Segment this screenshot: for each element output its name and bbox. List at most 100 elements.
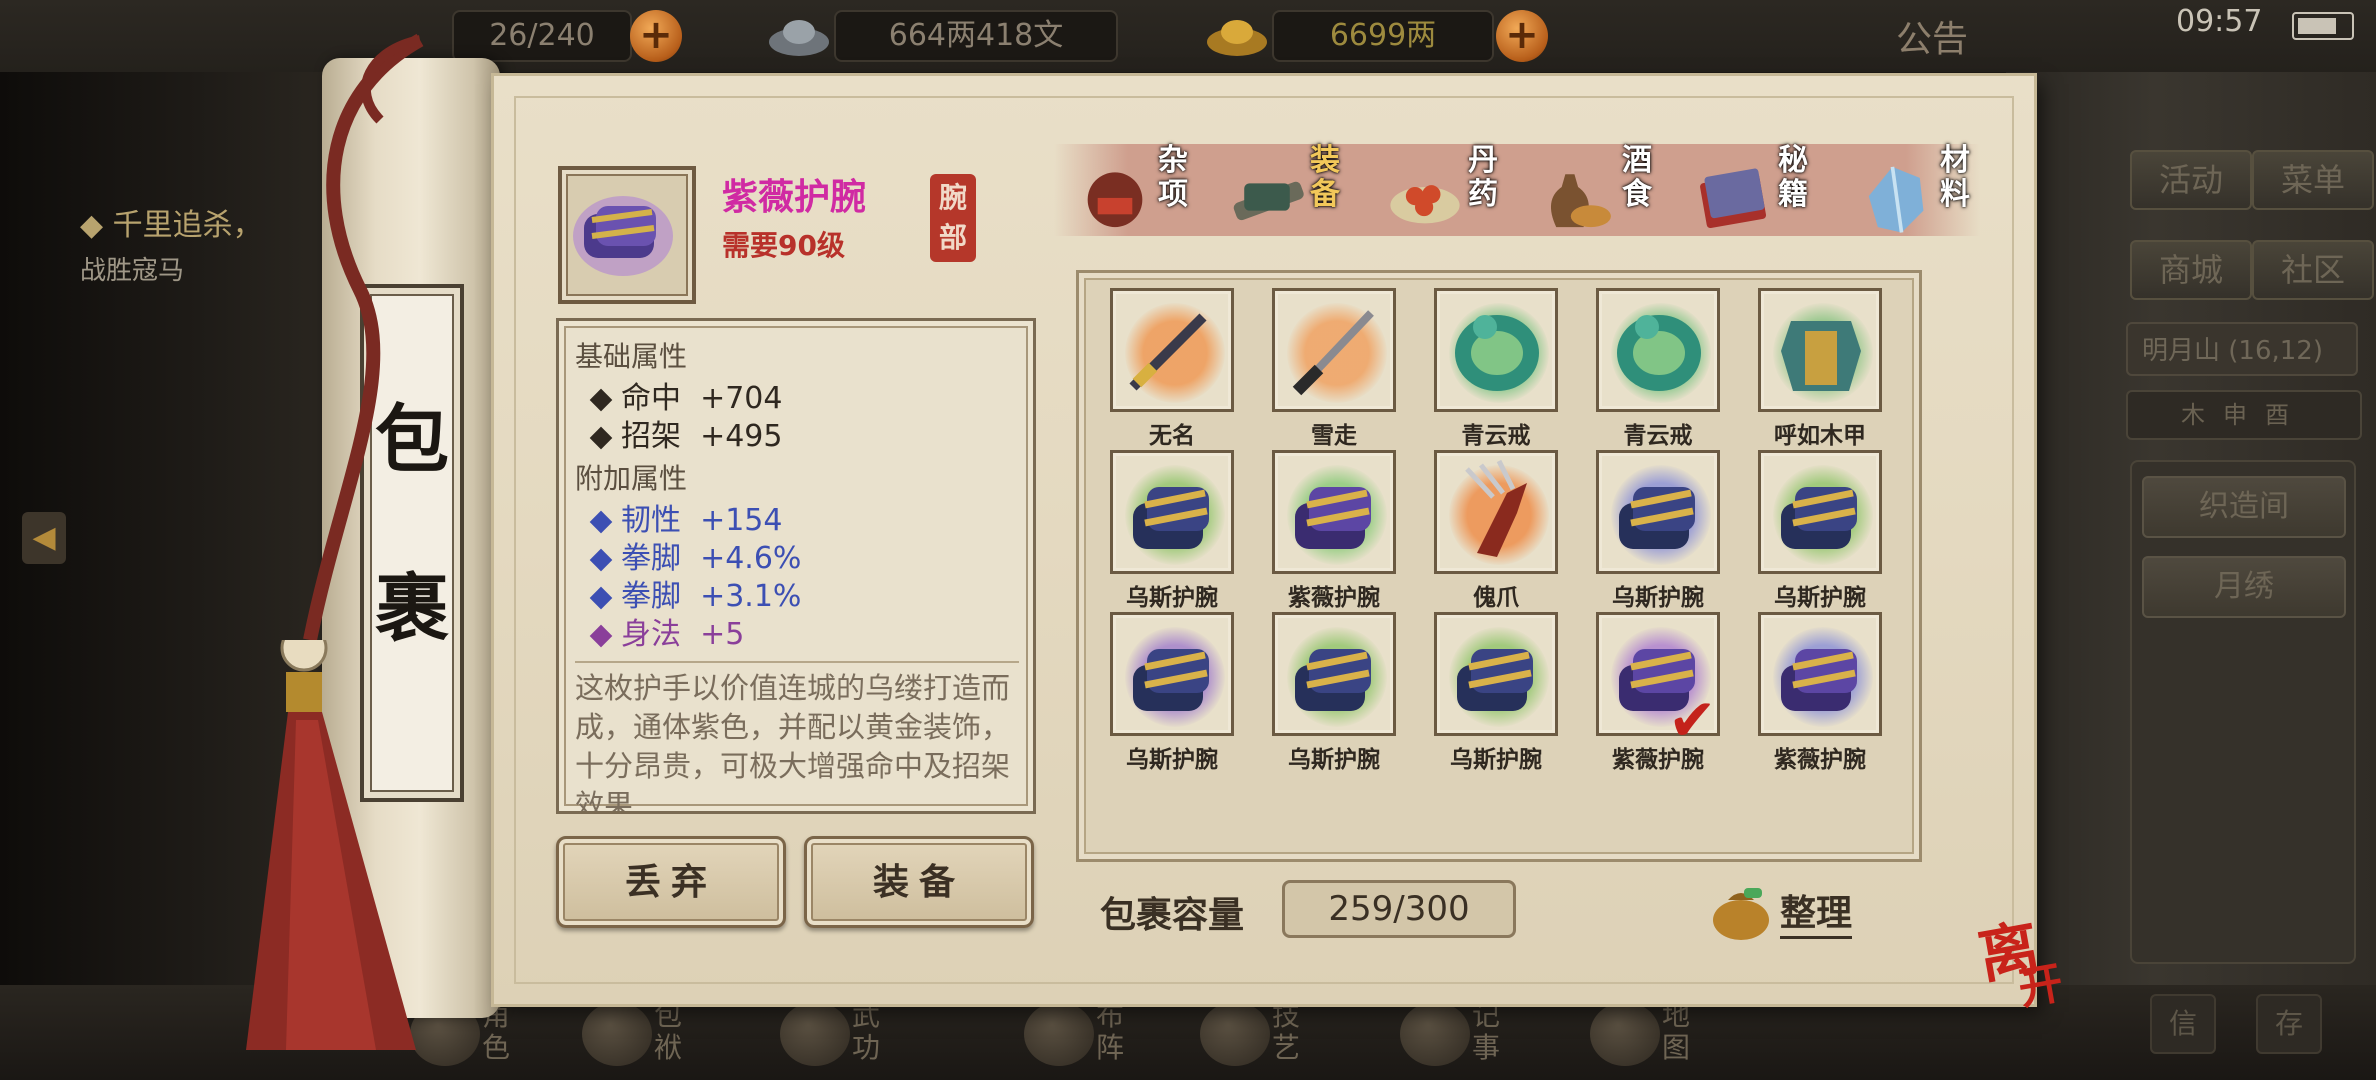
add-bag-button[interactable]: + xyxy=(630,10,682,62)
side-panel: 织造间 月绣 xyxy=(2130,460,2356,964)
weave-room-button[interactable]: 织造间 xyxy=(2142,476,2346,538)
inventory-slot[interactable]: 青云戒 xyxy=(1596,288,1720,449)
item-label: 乌斯护腕 xyxy=(1126,747,1218,773)
inventory-slot[interactable]: 无名 xyxy=(1110,288,1234,449)
slot-frame xyxy=(1110,612,1234,736)
item-slot-seal: 腕部 xyxy=(930,174,976,262)
nav-label: 包袱 xyxy=(654,999,683,1064)
gold-ingot-icon xyxy=(1207,20,1267,56)
purple-bracer-icon xyxy=(1781,649,1857,711)
inventory-slot[interactable]: 乌斯护腕 xyxy=(1758,450,1882,611)
tab-label: 酒食 xyxy=(1622,143,1652,212)
inventory-slot[interactable]: 乌斯护腕 xyxy=(1434,612,1558,773)
tab-manual[interactable]: 秘籍 xyxy=(1682,136,1832,246)
bagua-icon xyxy=(1024,1002,1094,1066)
bracer-icon xyxy=(1295,649,1371,711)
inventory-slot[interactable]: 雪走 xyxy=(1272,288,1396,449)
tab-label: 秘籍 xyxy=(1778,143,1808,212)
shop-button[interactable]: 商城 xyxy=(2130,240,2252,300)
sort-button[interactable]: 整理 xyxy=(1708,878,1880,942)
inventory-slot[interactable]: 青云戒 xyxy=(1434,288,1558,449)
stat-name: 招架 xyxy=(621,419,681,454)
stat-row: 招架 +495 xyxy=(589,411,782,455)
quest-diamond-icon: ◆ xyxy=(80,208,113,243)
stat-value: +5 xyxy=(700,617,745,652)
tab-label: 装备 xyxy=(1310,143,1340,212)
inventory-slot[interactable]: 紫薇护腕 xyxy=(1758,612,1882,773)
gold-amount: 6699两 xyxy=(1272,10,1494,62)
silver-ingot-icon xyxy=(769,20,829,56)
inventory-slot[interactable]: 呼如木甲 xyxy=(1758,288,1882,449)
item-label: 青云戒 xyxy=(1623,423,1693,449)
item-label: 紫薇护腕 xyxy=(1774,747,1866,773)
nav-journal[interactable]: 记事 xyxy=(1400,994,1540,1074)
mail-button[interactable]: 信 xyxy=(2150,994,2216,1054)
claw-icon xyxy=(1465,459,1527,557)
inventory-slot[interactable]: 紫薇护腕 ✔ xyxy=(1596,612,1720,773)
item-label: 青云戒 xyxy=(1461,423,1531,449)
add-gold-button[interactable]: + xyxy=(1496,10,1548,62)
tab-food[interactable]: 酒食 xyxy=(1526,136,1676,246)
quest-title: 千里追杀， xyxy=(112,208,263,243)
inventory-slot[interactable]: 乌斯护腕 xyxy=(1596,450,1720,611)
battery-icon xyxy=(2292,12,2354,40)
item-label: 乌斯护腕 xyxy=(1450,747,1542,773)
embroidery-button[interactable]: 月绣 xyxy=(2142,556,2346,618)
tab-label: 材料 xyxy=(1940,143,1970,212)
leave-button[interactable]: 离 开 xyxy=(1973,904,2074,1015)
compass-strip: 木申酉 xyxy=(2126,390,2362,440)
tab-equipment[interactable]: 装备 xyxy=(1214,136,1364,246)
tassel-cord-icon xyxy=(303,33,424,642)
slot-frame xyxy=(1110,288,1234,412)
extra-stats-header: 附加属性 xyxy=(575,462,688,495)
collapse-left-arrow-icon[interactable]: ◀ xyxy=(22,512,66,564)
slot-frame xyxy=(1272,288,1396,412)
slot-frame xyxy=(1434,450,1558,574)
nav-label: 技艺 xyxy=(1272,999,1301,1064)
inventory-slot[interactable]: 紫薇护腕 xyxy=(1272,450,1396,611)
slot-frame xyxy=(1434,612,1558,736)
leave-char: 开 xyxy=(2014,957,2067,1016)
inventory-slot[interactable]: 乌斯护腕 xyxy=(1110,450,1234,611)
katana-icon xyxy=(1292,310,1374,396)
inventory-slot[interactable]: 乌斯护腕 xyxy=(1272,612,1396,773)
dagger-icon xyxy=(1129,313,1207,391)
bag-icon xyxy=(582,1002,652,1066)
bracer-icon xyxy=(1457,649,1533,711)
capacity-label: 包裹容量 xyxy=(1100,895,1245,936)
nav-skills[interactable]: 技艺 xyxy=(1200,994,1340,1074)
slot-frame xyxy=(1272,612,1396,736)
activity-button[interactable]: 活动 xyxy=(2130,150,2252,210)
storage-button[interactable]: 存 xyxy=(2256,994,2322,1054)
nav-formation[interactable]: 布阵 xyxy=(1024,994,1164,1074)
community-button[interactable]: 社区 xyxy=(2252,240,2374,300)
nav-bag[interactable]: 包袱 xyxy=(582,994,722,1074)
equipment-icon xyxy=(1233,181,1304,221)
slot-frame xyxy=(1758,450,1882,574)
tab-medicine[interactable]: 丹药 xyxy=(1372,136,1522,246)
discard-button[interactable]: 丢弃 xyxy=(556,836,786,928)
item-label: 乌斯护腕 xyxy=(1288,747,1380,773)
nav-label: 记事 xyxy=(1472,999,1501,1064)
money-bag-icon xyxy=(1713,888,1769,940)
quest-tracker[interactable]: ◆ 千里追杀， 战胜寇马 xyxy=(80,200,290,287)
announcement-button[interactable]: 公告 xyxy=(1896,10,1968,62)
misc-icon xyxy=(1087,172,1143,228)
inventory-slot[interactable]: 傀爪 xyxy=(1434,450,1558,611)
menu-button[interactable]: 菜单 xyxy=(2252,150,2374,210)
purple-bracer-icon xyxy=(1295,487,1371,549)
equipped-check-icon: ✔ xyxy=(1668,686,1717,754)
tab-misc[interactable]: 杂项 xyxy=(1062,136,1212,246)
item-description[interactable]: 这枚护手以价值连城的乌缕打造而成，通体紫色，并配以黄金装饰，十分昂贵，可极大增强… xyxy=(575,661,1019,811)
item-label: 雪走 xyxy=(1311,423,1357,449)
tab-material[interactable]: 材料 xyxy=(1844,136,1994,246)
item-level-requirement: 需要90级 xyxy=(722,229,845,262)
inventory-slot[interactable]: 乌斯护腕 xyxy=(1110,612,1234,773)
slot-frame xyxy=(1272,450,1396,574)
sort-label: 整理 xyxy=(1780,884,1853,939)
nav-martial-arts[interactable]: 武功 xyxy=(780,994,920,1074)
nav-map[interactable]: 地图 xyxy=(1590,994,1730,1074)
equip-button[interactable]: 装备 xyxy=(804,836,1034,928)
slot-frame xyxy=(1596,450,1720,574)
item-label: 紫薇护腕 xyxy=(1288,585,1380,611)
